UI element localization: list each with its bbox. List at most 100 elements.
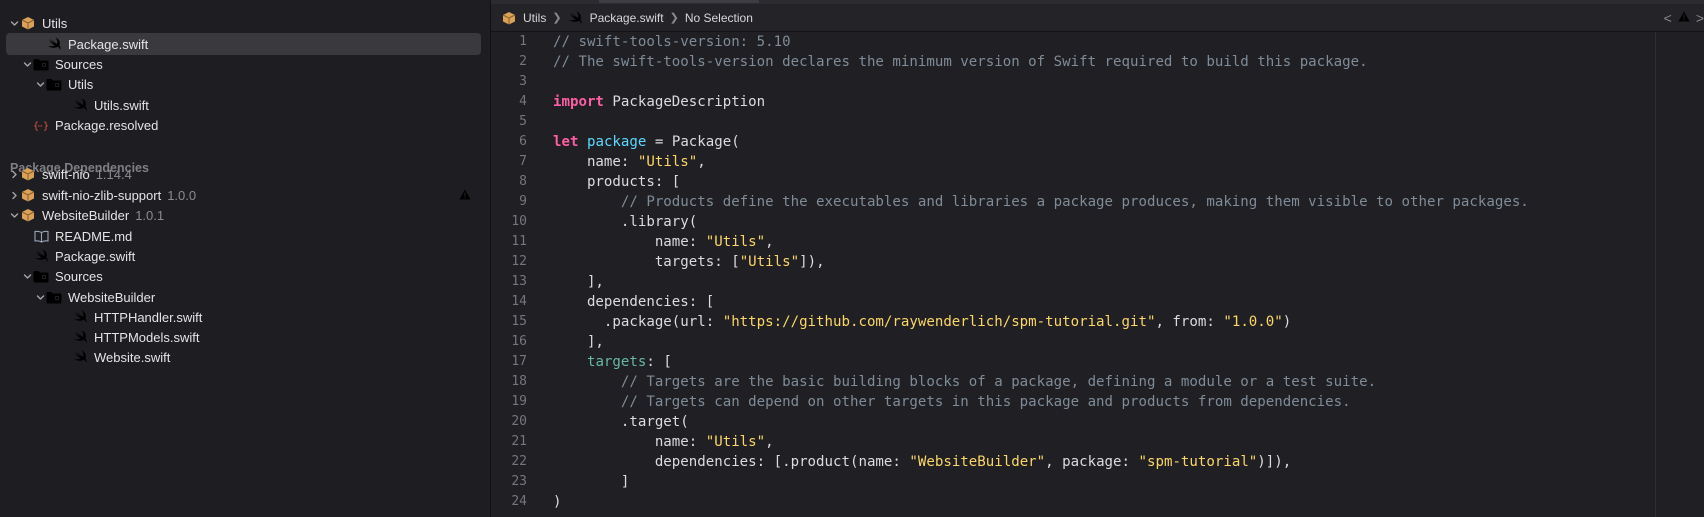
code-line[interactable]: // Targets are the basic building blocks… — [553, 372, 1638, 392]
chevron-placeholder — [21, 114, 33, 136]
code-token: .target( — [553, 414, 689, 430]
code-token: : [ — [646, 354, 672, 370]
minimap-divider — [1655, 32, 1656, 517]
line-number: 11 — [511, 234, 527, 249]
code-line[interactable]: name: "Utils", — [553, 152, 1638, 172]
line-number: 24 — [511, 494, 527, 509]
code-token: , — [765, 234, 774, 250]
chevron-right-icon: ❯ — [552, 12, 562, 24]
warning-icon[interactable] — [1678, 11, 1690, 25]
navigator-item[interactable]: Sources — [6, 53, 481, 75]
code-line[interactable]: name: "Utils", — [553, 232, 1638, 252]
code-token: name: — [553, 234, 706, 250]
code-token: ], — [553, 274, 604, 290]
dependency-item[interactable]: WebsiteBuilder 1.0.1 — [6, 204, 481, 226]
chevron-right-icon[interactable] — [8, 163, 20, 185]
navigator-item-label: swift-nio — [42, 166, 90, 182]
code-line[interactable]: ] — [553, 472, 1638, 492]
code-line[interactable]: // The swift-tools-version declares the … — [553, 52, 1638, 72]
navigator-item[interactable]: Utils — [6, 73, 481, 95]
code-line[interactable]: .library( — [553, 212, 1638, 232]
jumpbar-crumb-file[interactable]: Package.swift — [568, 10, 664, 26]
code-line[interactable]: .target( — [553, 412, 1638, 432]
navigator-item-label: Utils — [42, 15, 68, 31]
navigator-item-label: Sources — [55, 268, 103, 284]
chevron-down-icon[interactable] — [34, 73, 46, 95]
chevron-down-icon[interactable] — [34, 286, 46, 308]
code-line[interactable] — [553, 112, 1638, 132]
chevron-placeholder — [60, 326, 72, 348]
code-token: targets: [ — [553, 254, 740, 270]
package-version: 1.0.0 — [167, 187, 197, 203]
navigator-item[interactable]: Utils.swift — [6, 94, 481, 116]
code-line[interactable]: dependencies: [ — [553, 292, 1638, 312]
code-token: let — [553, 134, 579, 150]
dependency-item[interactable]: HTTPHandler.swift — [6, 306, 481, 328]
code-line[interactable]: // Products define the executables and l… — [553, 192, 1638, 212]
source-editor: Utils ❯ Package.swift ❯ No Selection < >… — [491, 0, 1704, 517]
swift-file-icon — [72, 349, 88, 365]
code-token: targets — [586, 354, 647, 370]
chevron-down-icon[interactable] — [8, 204, 20, 226]
chevron-right-icon[interactable] — [8, 184, 20, 206]
code-line[interactable]: name: "Utils", — [553, 432, 1638, 452]
code-token: )]), — [1257, 454, 1292, 470]
code-line[interactable]: let package = Package( — [553, 132, 1638, 152]
dependency-item[interactable]: swift-nio 1.14.4 — [6, 163, 481, 185]
swift-file-icon — [72, 329, 88, 345]
swift-file-icon — [72, 97, 88, 113]
dependency-item[interactable]: README.md — [6, 225, 481, 247]
dependency-item[interactable]: Website.swift — [6, 346, 481, 368]
navigator-item[interactable]: {⋯} Package.resolved — [6, 114, 481, 136]
dependency-item[interactable]: Package.swift — [6, 245, 481, 267]
chevron-placeholder — [60, 346, 72, 368]
code-token: , — [765, 434, 774, 450]
dependency-item[interactable]: HTTPModels.swift — [6, 326, 481, 348]
chevron-down-icon[interactable] — [8, 12, 20, 34]
code-token: ) — [553, 494, 562, 510]
code-token: "1.0.0" — [1223, 314, 1283, 330]
code-line[interactable]: dependencies: [.product(name: "WebsiteBu… — [553, 452, 1638, 472]
code-line[interactable]: import PackageDescription — [553, 92, 1638, 112]
chevron-placeholder — [21, 225, 33, 247]
code-line[interactable]: products: [ — [553, 172, 1638, 192]
dependency-item[interactable]: WebsiteBuilder — [6, 286, 481, 308]
warning-icon[interactable] — [459, 188, 471, 203]
line-number: 16 — [511, 334, 527, 349]
code-token: name: — [553, 154, 638, 170]
code-token: // Products define the executables and l… — [553, 194, 1529, 210]
line-number: 14 — [511, 294, 527, 309]
code-line[interactable]: ], — [553, 272, 1638, 292]
previous-issue-icon[interactable]: < — [1664, 10, 1672, 26]
code-line[interactable]: targets: [ — [553, 352, 1638, 372]
code-token: , from: — [1155, 314, 1224, 330]
code-token: , package: — [1045, 454, 1139, 470]
code-line[interactable]: ) — [553, 492, 1638, 512]
jumpbar-crumb-symbol[interactable]: No Selection — [685, 11, 753, 25]
code-line[interactable]: // Targets can depend on other targets i… — [553, 392, 1638, 412]
dependency-item[interactable]: Sources — [6, 265, 481, 287]
code-token: // The swift-tools-version declares the … — [553, 54, 1368, 70]
next-issue-icon[interactable]: > — [1696, 10, 1704, 26]
code-line[interactable] — [553, 72, 1638, 92]
code-line[interactable]: // swift-tools-version: 5.10 — [553, 32, 1638, 52]
dependency-item[interactable]: swift-nio-zlib-support 1.0.0 — [6, 184, 481, 206]
code-line[interactable]: .package(url: "https://github.com/raywen… — [553, 312, 1638, 332]
chevron-down-icon[interactable] — [21, 265, 33, 287]
navigator-item-label: Utils.swift — [94, 97, 149, 113]
jumpbar-crumb-project[interactable]: Utils — [501, 10, 546, 26]
folder-icon — [46, 289, 62, 305]
navigator-item[interactable]: Utils — [6, 12, 481, 34]
code-line[interactable]: ], — [553, 332, 1638, 352]
chevron-down-icon[interactable] — [21, 53, 33, 75]
line-number: 17 — [511, 354, 527, 369]
code-token: "WebsiteBuilder" — [909, 454, 1046, 470]
line-number: 12 — [511, 254, 527, 269]
navigator-item[interactable]: Package.swift — [6, 33, 481, 55]
code-area[interactable]: // swift-tools-version: 5.10 // The swift… — [553, 32, 1638, 517]
navigator-item-label: README.md — [55, 228, 133, 244]
code-line[interactable]: targets: ["Utils"]), — [553, 252, 1638, 272]
package-icon — [20, 207, 36, 223]
line-number: 6 — [519, 134, 527, 149]
